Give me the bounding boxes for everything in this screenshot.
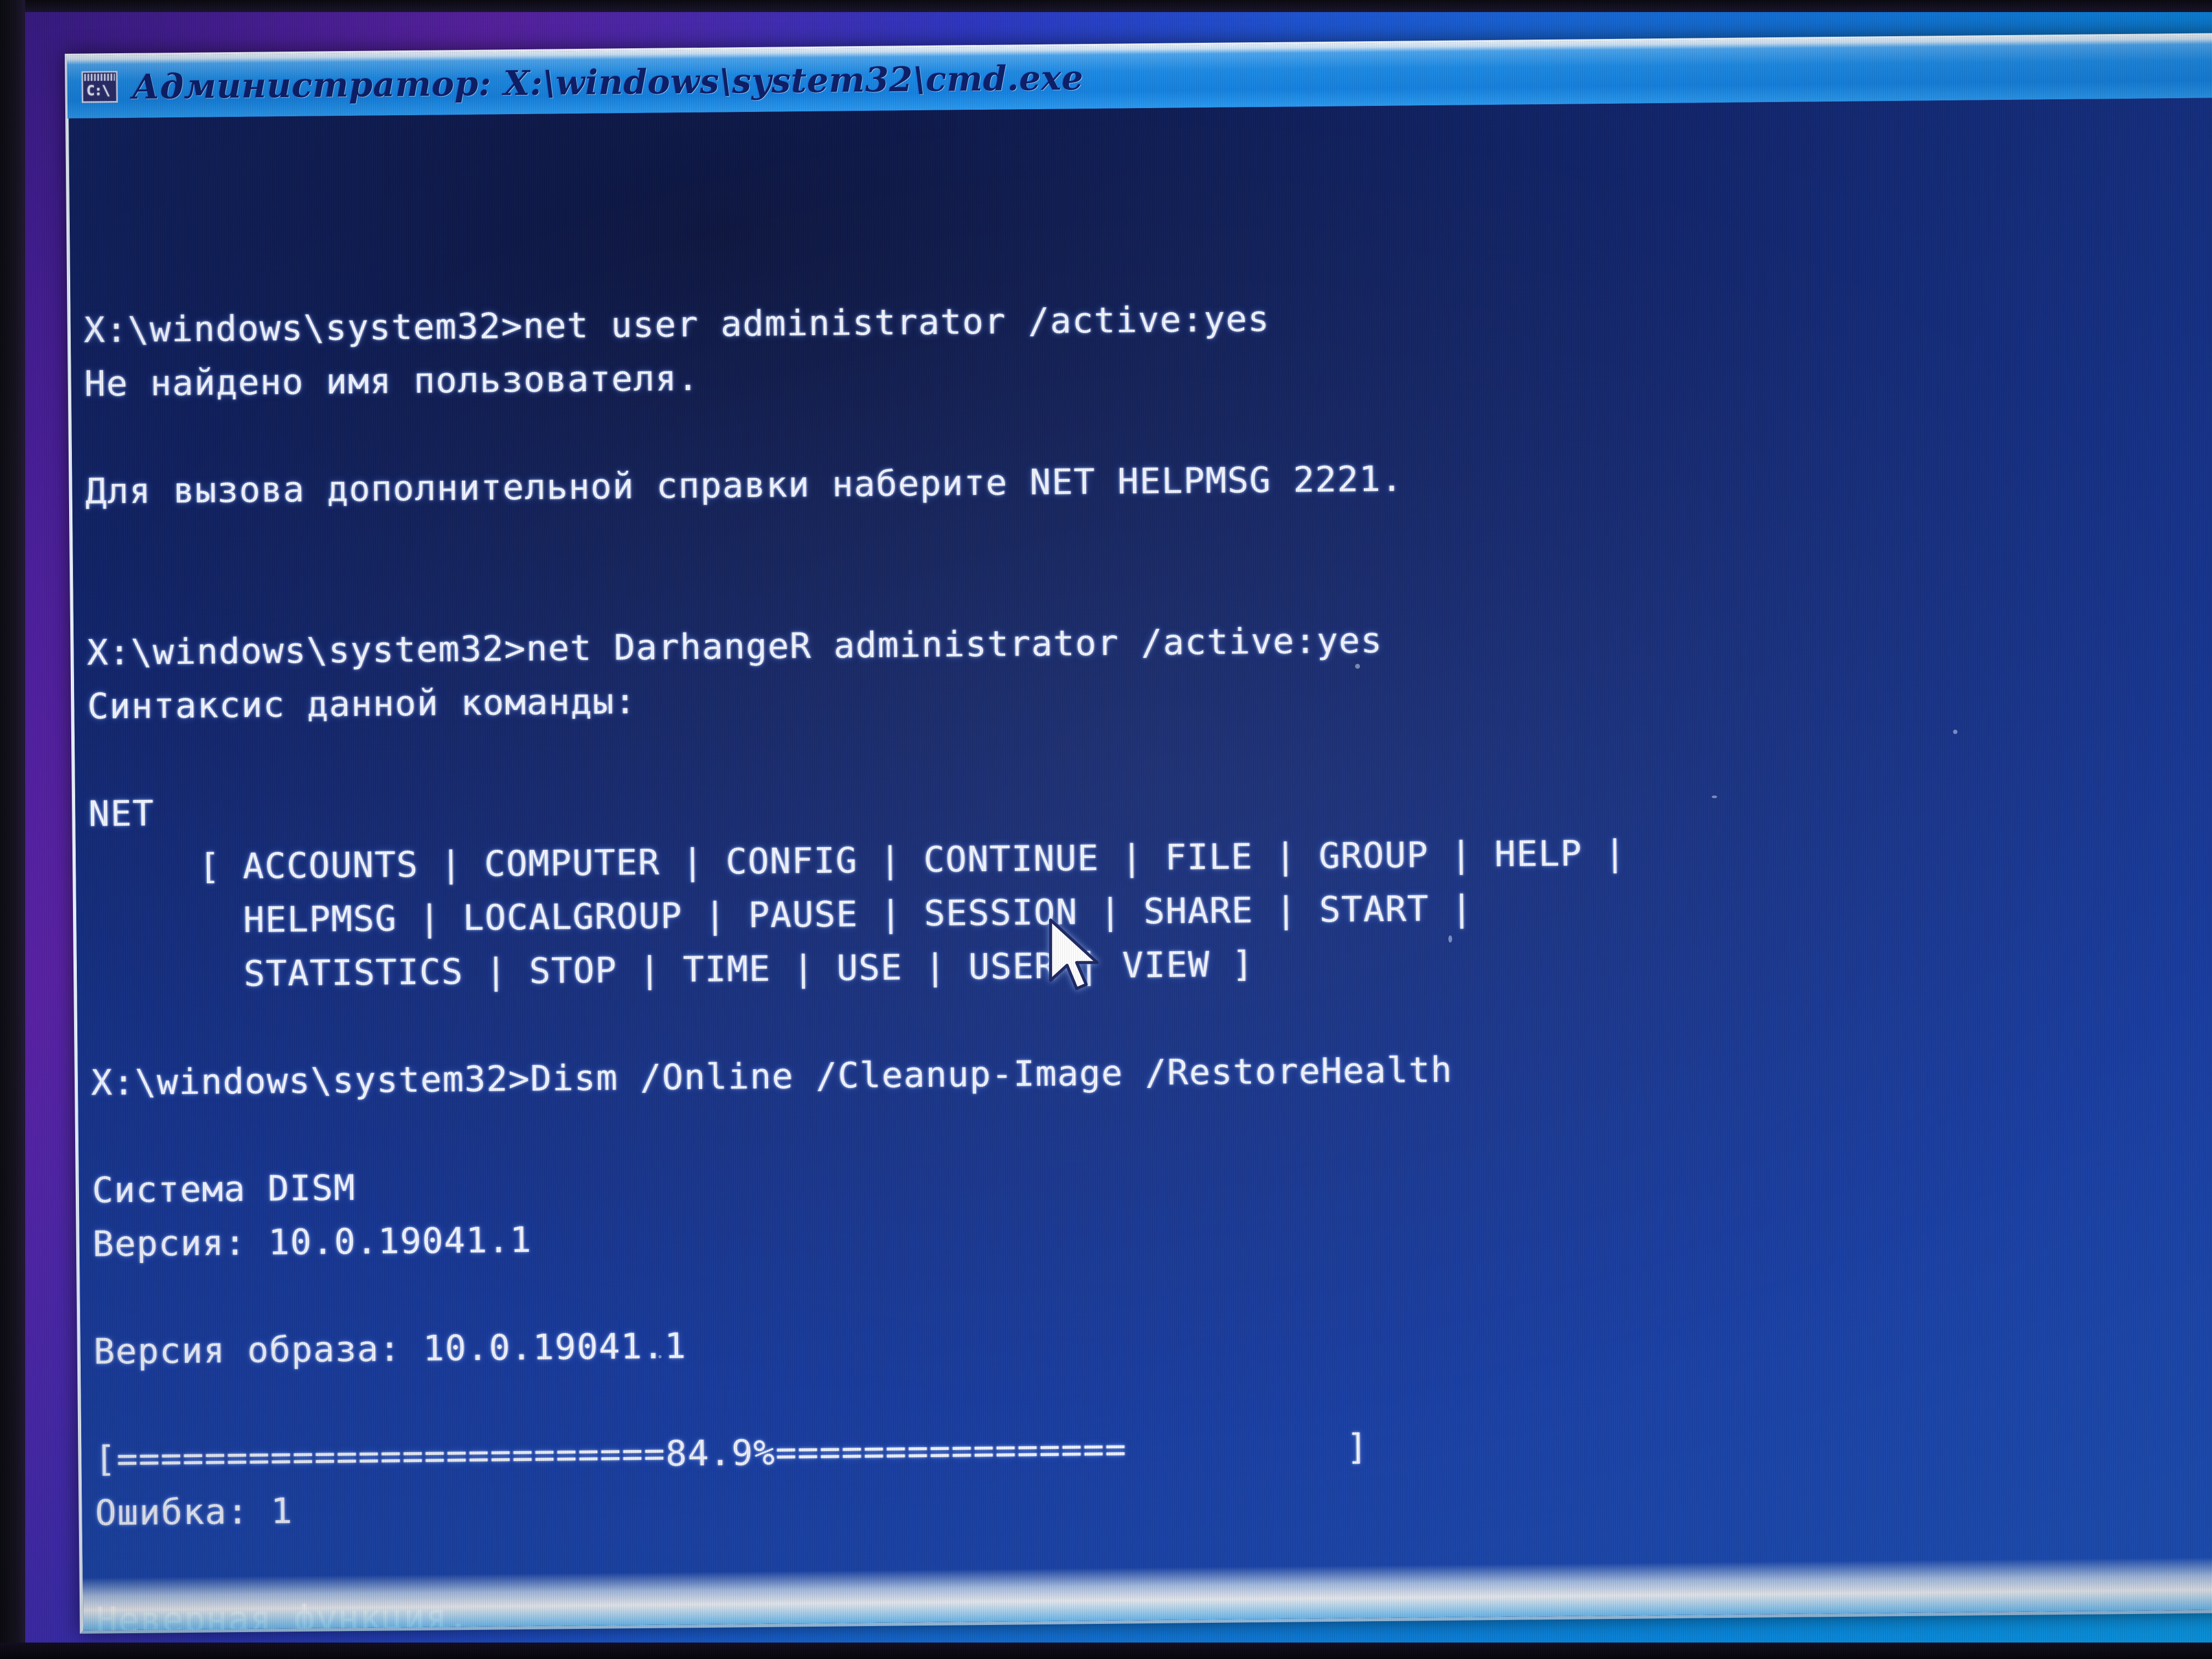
monitor-photo-stage: C:\ Администратор: X:\windows\system32\c…: [0, 0, 2212, 1659]
monitor-bezel-top: [0, 0, 2212, 12]
console-screen[interactable]: X:\windows\system32>net user administrat…: [69, 98, 2212, 1630]
cmd-console-icon: C:\: [81, 71, 118, 103]
monitor-bezel-bottom: [0, 1643, 2212, 1659]
window-frame: X:\windows\system32>net user administrat…: [65, 97, 2212, 1634]
monitor-bezel-left: [0, 0, 25, 1659]
cmd-console-icon-titlestrip: [84, 74, 115, 81]
window-title-text: Администратор: X:\windows\system32\cmd.e…: [132, 57, 1084, 107]
console-line-blank-10: [97, 1627, 2212, 1630]
console-output[interactable]: X:\windows\system32>net user administrat…: [69, 112, 2212, 1630]
cmd-console-window[interactable]: C:\ Администратор: X:\windows\system32\c…: [65, 32, 2212, 1634]
cmd-console-icon-glyph: C:\: [86, 82, 110, 99]
